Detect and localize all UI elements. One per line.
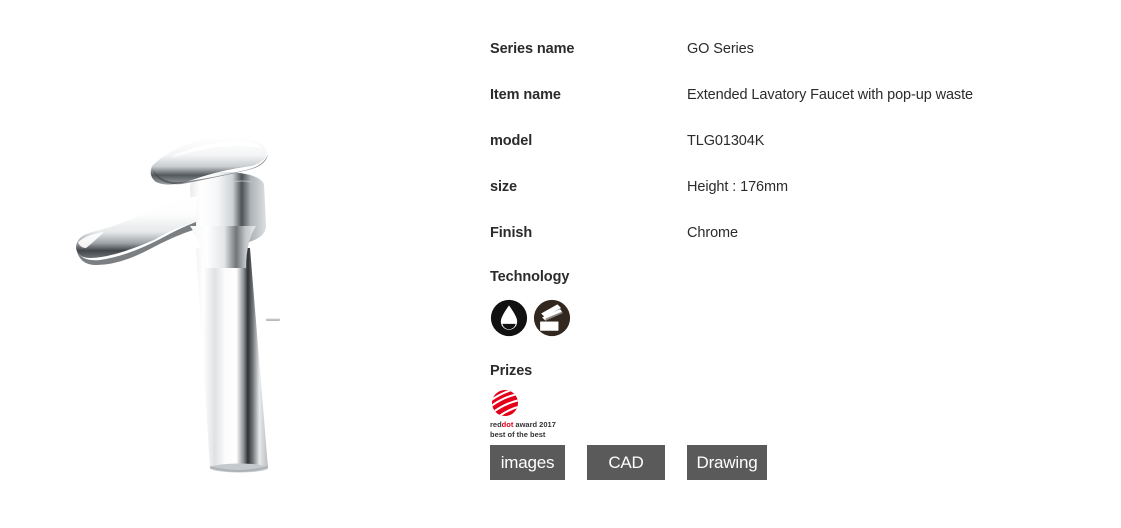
product-image-panel — [0, 0, 470, 528]
water-drop-icon — [490, 299, 528, 337]
spec-value-finish: Chrome — [687, 225, 738, 241]
product-spec-panel: Series name GO Series Item name Extended… — [490, 0, 1110, 528]
spec-value-size: Height : 176mm — [687, 179, 788, 195]
spec-row: model TLG01304K — [490, 131, 1110, 151]
spec-row: size Height : 176mm — [490, 177, 1110, 197]
spec-value-item-name: Extended Lavatory Faucet with pop-up was… — [687, 87, 973, 103]
reddot-text-line2: best of the best — [490, 429, 546, 439]
faucet-product-image — [70, 130, 320, 475]
resource-button-row: images CAD Drawing — [490, 445, 767, 480]
easy-clean-surface-icon — [533, 299, 571, 337]
spec-row: Item name Extended Lavatory Faucet with … — [490, 85, 1110, 105]
spec-value-series-name: GO Series — [687, 41, 754, 57]
spec-label-finish: Finish — [490, 225, 533, 241]
spec-label-size: size — [490, 179, 518, 195]
cad-button[interactable]: CAD — [587, 445, 665, 480]
technology-icon-list — [490, 297, 571, 339]
spec-label-item-name: Item name — [490, 87, 561, 103]
images-button[interactable]: images — [490, 445, 565, 480]
reddot-award-logo: reddot award 2017 best of the best — [490, 388, 630, 439]
reddot-text-dot: dot — [501, 420, 514, 429]
reddot-text-rest: award 2017 — [513, 420, 556, 429]
prizes-heading: Prizes — [490, 363, 533, 379]
drawing-button[interactable]: Drawing — [687, 445, 767, 480]
reddot-text-red: red — [490, 420, 502, 429]
spec-row: Series name GO Series — [490, 39, 1110, 59]
spec-value-model: TLG01304K — [687, 133, 765, 149]
reddot-award-caption: reddot award 2017 best of the best — [490, 420, 630, 439]
technology-heading: Technology — [490, 269, 570, 285]
spec-row: Finish Chrome — [490, 223, 1110, 243]
reddot-sphere-icon — [492, 390, 518, 416]
spec-label-model: model — [490, 133, 533, 149]
spec-label-series-name: Series name — [490, 41, 575, 57]
